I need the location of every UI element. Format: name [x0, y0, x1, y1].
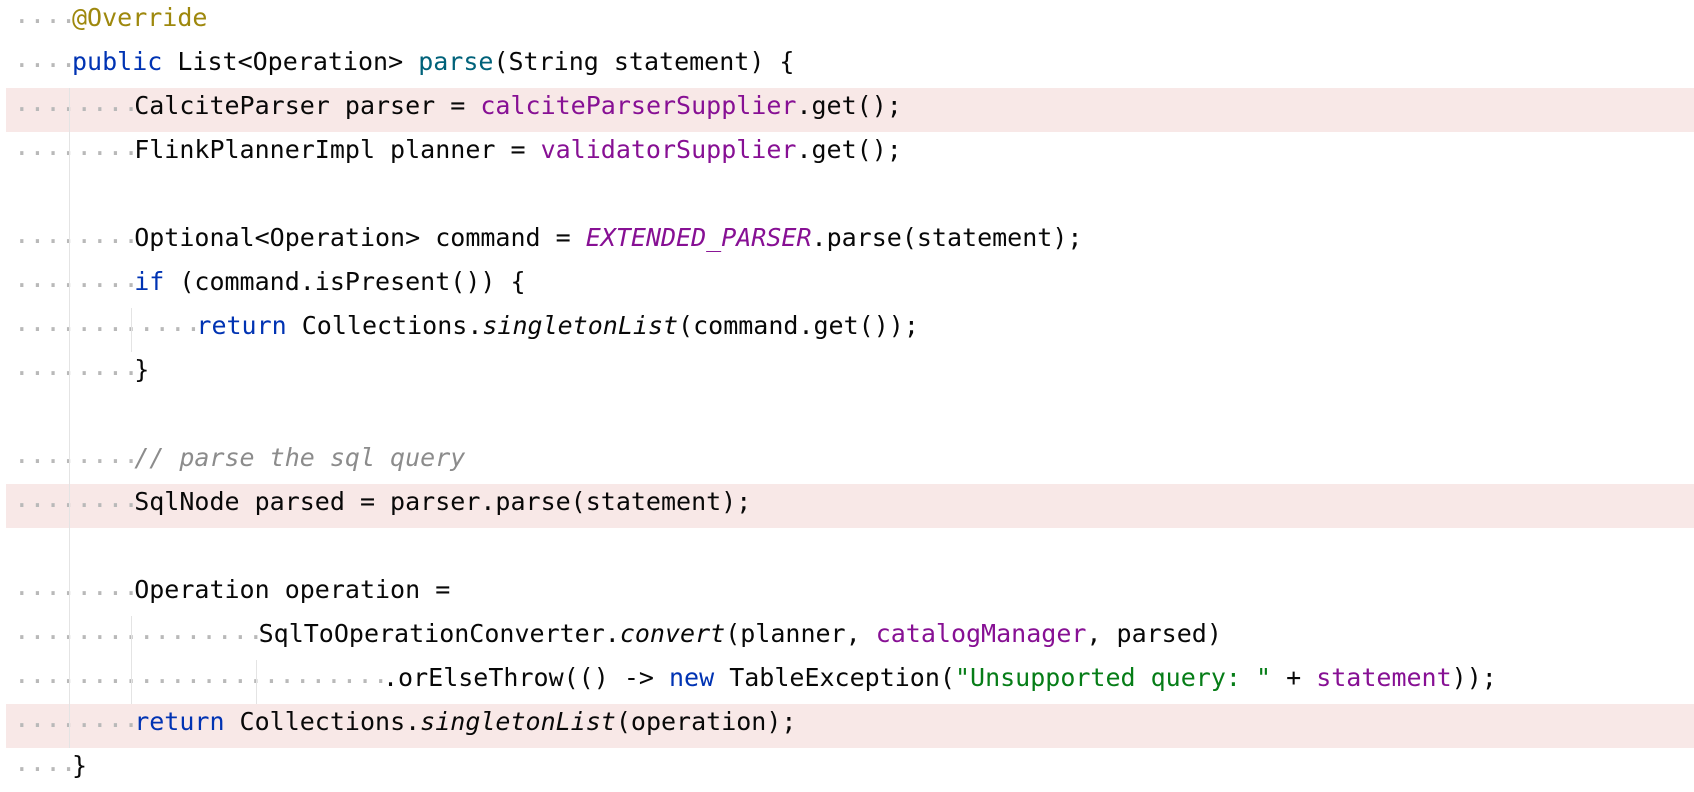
code-token: validatorSupplier — [540, 135, 797, 164]
code-token: (planner, — [725, 619, 876, 648]
code-token: List<Operation> — [162, 47, 419, 76]
indent-whitespace-dots: ············ — [14, 315, 202, 345]
code-token: } — [72, 751, 88, 780]
code-token: .get(); — [796, 135, 902, 164]
code-token: (String statement) { — [493, 47, 795, 76]
code-line[interactable]: ························ .orElseThrow(() … — [0, 660, 1694, 704]
code-token: return — [134, 707, 225, 736]
code-token: new — [668, 663, 715, 692]
code-token: convert — [619, 619, 726, 648]
code-token: Optional<Operation> command = — [134, 223, 586, 252]
code-token: return — [196, 311, 287, 340]
code-token: @Override — [72, 3, 208, 32]
code-text[interactable]: CalciteParser parser = calciteParserSupp… — [134, 88, 902, 132]
code-text[interactable]: Operation operation = — [134, 572, 450, 616]
code-text[interactable]: Optional<Operation> command = EXTENDED_P… — [134, 220, 1082, 264]
gutter-edge — [0, 0, 6, 790]
code-line[interactable] — [0, 528, 1694, 572]
indent-guide — [255, 660, 257, 704]
indent-guide — [131, 308, 133, 352]
indent-guide — [69, 88, 70, 748]
code-token: (command.get()); — [678, 311, 919, 340]
code-text[interactable]: // parse the sql query — [134, 440, 465, 484]
indent-whitespace-dots: ········ — [14, 271, 139, 301]
code-token: statement — [1316, 663, 1452, 692]
code-text[interactable]: if (command.isPresent()) { — [134, 264, 525, 308]
code-token: SqlToOperationConverter. — [258, 619, 620, 648]
code-token: if — [134, 267, 165, 296]
indent-whitespace-dots: ···· — [14, 7, 77, 37]
code-line[interactable]: ············ return Collections.singleton… — [0, 308, 1694, 352]
code-editor[interactable]: ···· @Override ···· public List<Operation> … — [0, 0, 1694, 790]
code-token: SqlNode parsed = parser.parse(statement)… — [134, 487, 752, 516]
code-text[interactable]: public List<Operation> parse(String stat… — [72, 44, 794, 88]
code-line[interactable]: ········ Operation operation = — [0, 572, 1694, 616]
code-token: (operation); — [615, 707, 797, 736]
code-line[interactable]: ················ SqlToOperationConverter.… — [0, 616, 1694, 660]
indent-whitespace-dots: ········ — [14, 359, 139, 389]
code-text[interactable]: SqlNode parsed = parser.parse(statement)… — [134, 484, 751, 528]
code-text[interactable]: return Collections.singletonList(operati… — [134, 704, 796, 748]
code-token: )); — [1451, 663, 1497, 692]
code-token: } — [134, 355, 150, 384]
code-token: .get(); — [796, 91, 902, 120]
indent-whitespace-dots: ········ — [14, 447, 139, 477]
code-token: .orElseThrow(() -> — [383, 663, 669, 692]
code-line[interactable]: ········} — [0, 352, 1694, 396]
code-line[interactable]: ········ CalciteParser parser = calcitePa… — [0, 88, 1694, 132]
code-token: // parse the sql query — [134, 443, 466, 472]
code-token: Collections. — [286, 311, 483, 340]
code-line[interactable]: ····} — [0, 748, 1694, 792]
code-token: EXTENDED_PARSER — [585, 223, 812, 252]
code-line[interactable]: ········ return Collections.singletonList… — [0, 704, 1694, 748]
code-token: Operation operation = — [134, 575, 451, 604]
code-token: (command.isPresent()) { — [164, 267, 526, 296]
code-token: + — [1271, 663, 1317, 692]
indent-whitespace-dots: ···· — [14, 755, 77, 785]
code-token: CalciteParser parser = — [134, 91, 481, 120]
indent-guide — [131, 616, 133, 704]
code-text[interactable]: } — [72, 748, 87, 792]
code-token: , parsed) — [1086, 619, 1222, 648]
code-token: catalogManager — [875, 619, 1087, 648]
code-token: FlinkPlannerImpl planner = — [134, 135, 541, 164]
indent-whitespace-dots: ········ — [14, 95, 139, 125]
code-token: singletonList — [420, 707, 616, 736]
code-line[interactable] — [0, 176, 1694, 220]
indent-whitespace-dots: ········ — [14, 491, 139, 521]
code-line[interactable]: ········ FlinkPlannerImpl planner = valid… — [0, 132, 1694, 176]
code-line[interactable]: ········ if (command.isPresent()) { — [0, 264, 1694, 308]
indent-whitespace-dots: ················ — [14, 623, 264, 653]
code-line[interactable]: ········ SqlNode parsed = parser.parse(st… — [0, 484, 1694, 528]
code-token: parse — [418, 47, 494, 76]
code-lines[interactable]: ···· @Override ···· public List<Operation> … — [0, 0, 1694, 792]
code-text[interactable]: @Override — [72, 0, 207, 44]
code-token: "Unsupported query: " — [954, 663, 1272, 692]
code-line[interactable]: ···· public List<Operation> parse(String … — [0, 44, 1694, 88]
code-text[interactable]: } — [134, 352, 149, 396]
code-text[interactable]: return Collections.singletonList(command… — [196, 308, 918, 352]
indent-whitespace-dots: ········ — [14, 227, 139, 257]
indent-whitespace-dots: ········ — [14, 139, 139, 169]
code-token: .parse(statement); — [811, 223, 1083, 252]
indent-whitespace-dots: ························ — [14, 667, 389, 697]
code-token: public — [72, 47, 163, 76]
indent-whitespace-dots: ········ — [14, 711, 139, 741]
code-text[interactable]: SqlToOperationConverter.convert(planner,… — [259, 616, 1222, 660]
code-text[interactable]: .orElseThrow(() -> new TableException("U… — [383, 660, 1497, 704]
code-token: TableException( — [714, 663, 955, 692]
indent-whitespace-dots: ········ — [14, 579, 139, 609]
indent-whitespace-dots: ···· — [14, 51, 77, 81]
code-line[interactable] — [0, 396, 1694, 440]
code-line[interactable]: ········// parse the sql query — [0, 440, 1694, 484]
code-token: calciteParserSupplier — [480, 91, 797, 120]
code-line[interactable]: ········ Optional<Operation> command = EX… — [0, 220, 1694, 264]
code-line[interactable]: ···· @Override — [0, 0, 1694, 44]
code-token: singletonList — [482, 311, 679, 340]
code-token: Collections. — [224, 707, 421, 736]
code-text[interactable]: FlinkPlannerImpl planner = validatorSupp… — [134, 132, 902, 176]
